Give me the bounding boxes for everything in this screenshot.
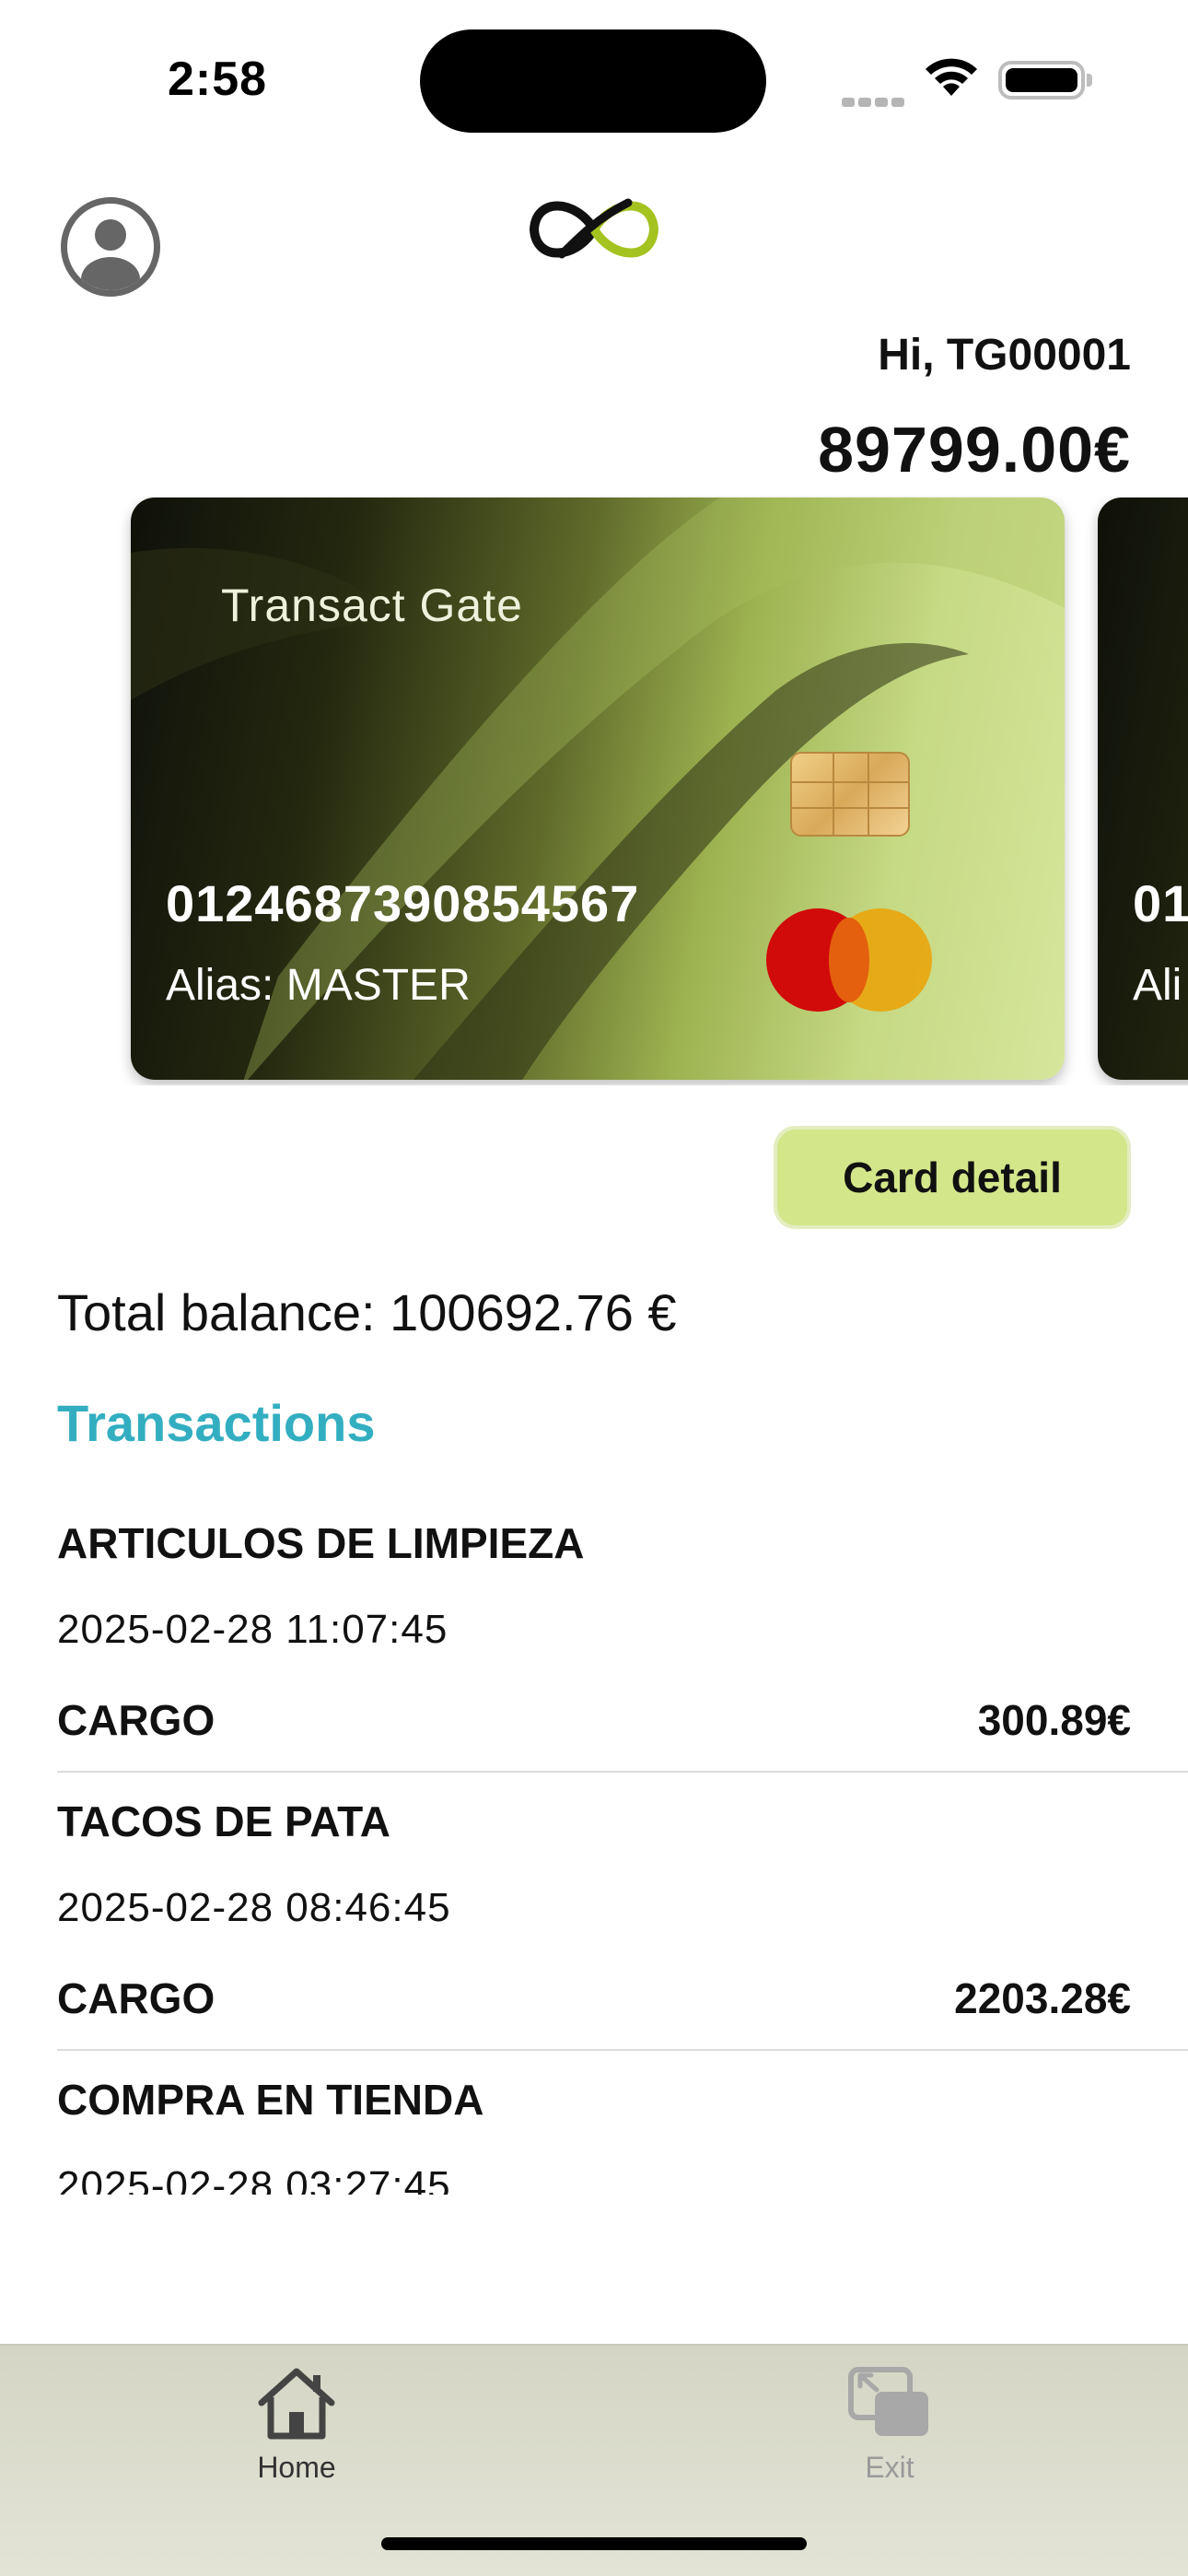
transaction-amount: 300.89€ — [977, 1696, 1131, 1744]
transaction-name: COMPRA EN TIENDA — [57, 2076, 484, 2124]
tab-home[interactable]: Home — [204, 2364, 389, 2502]
wifi-icon — [926, 58, 977, 96]
greeting-text: Hi, TG00001 — [878, 331, 1131, 380]
card-balance: 89799.00€ — [818, 414, 1131, 486]
transaction-amount: 2203.28€ — [954, 1974, 1131, 2022]
card-alias-partial: Ali — [1133, 961, 1182, 1010]
transaction-name: TACOS DE PATA — [57, 1797, 391, 1845]
card-number: 0124687390854567 — [166, 874, 640, 932]
exit-icon — [848, 2367, 928, 2436]
transactions-list[interactable]: ARTICULOS DE LIMPIEZA 2025-02-28 11:07:4… — [57, 1494, 1188, 2195]
mastercard-logo-icon — [766, 908, 932, 1012]
dynamic-island — [420, 29, 766, 133]
transaction-date: 2025-02-28 03:27:45 — [57, 2163, 451, 2195]
tab-home-label: Home — [257, 2451, 336, 2484]
card-alias: Alias: MASTER — [166, 961, 471, 1010]
tab-exit-label: Exit — [865, 2451, 914, 2484]
profile-button[interactable] — [61, 197, 160, 297]
cards-carousel[interactable]: Transact Gate 0124687390854567 Alias: MA… — [0, 496, 1188, 1085]
tab-exit[interactable]: Exit — [798, 2364, 982, 2502]
payment-card[interactable]: Transact Gate 0124687390854567 Alias: MA… — [131, 498, 1065, 1080]
transactions-title: Transactions — [57, 1394, 376, 1452]
transaction-date: 2025-02-28 11:07:45 — [57, 1607, 448, 1652]
home-indicator — [381, 2537, 807, 2550]
card-brand-name: Transact Gate — [221, 580, 523, 631]
transaction-type: CARGO — [57, 1696, 215, 1744]
transaction-type: CARGO — [57, 1974, 215, 2022]
card-chip-icon — [790, 752, 910, 837]
transaction-row[interactable]: ARTICULOS DE LIMPIEZA 2025-02-28 11:07:4… — [57, 1494, 1188, 1773]
card-number-partial: 01 — [1133, 874, 1188, 932]
app-logo-icon — [529, 198, 659, 259]
transaction-name: ARTICULOS DE LIMPIEZA — [57, 1519, 585, 1567]
user-icon — [81, 219, 140, 290]
transaction-row[interactable]: TACOS DE PATA 2025-02-28 08:46:45 CARGO … — [57, 1773, 1188, 2051]
transaction-date: 2025-02-28 08:46:45 — [57, 1885, 451, 1930]
total-balance: Total balance: 100692.76 € — [57, 1283, 677, 1341]
battery-icon — [998, 61, 1092, 100]
payment-card-next[interactable]: 01 Ali — [1098, 498, 1188, 1080]
status-time: 2:58 — [168, 53, 268, 106]
card-detail-button[interactable]: Card detail — [774, 1126, 1131, 1229]
cellular-signal-icon — [842, 79, 906, 107]
house-icon — [258, 2368, 335, 2440]
transaction-row[interactable]: COMPRA EN TIENDA 2025-02-28 03:27:45 — [57, 2051, 1188, 2195]
